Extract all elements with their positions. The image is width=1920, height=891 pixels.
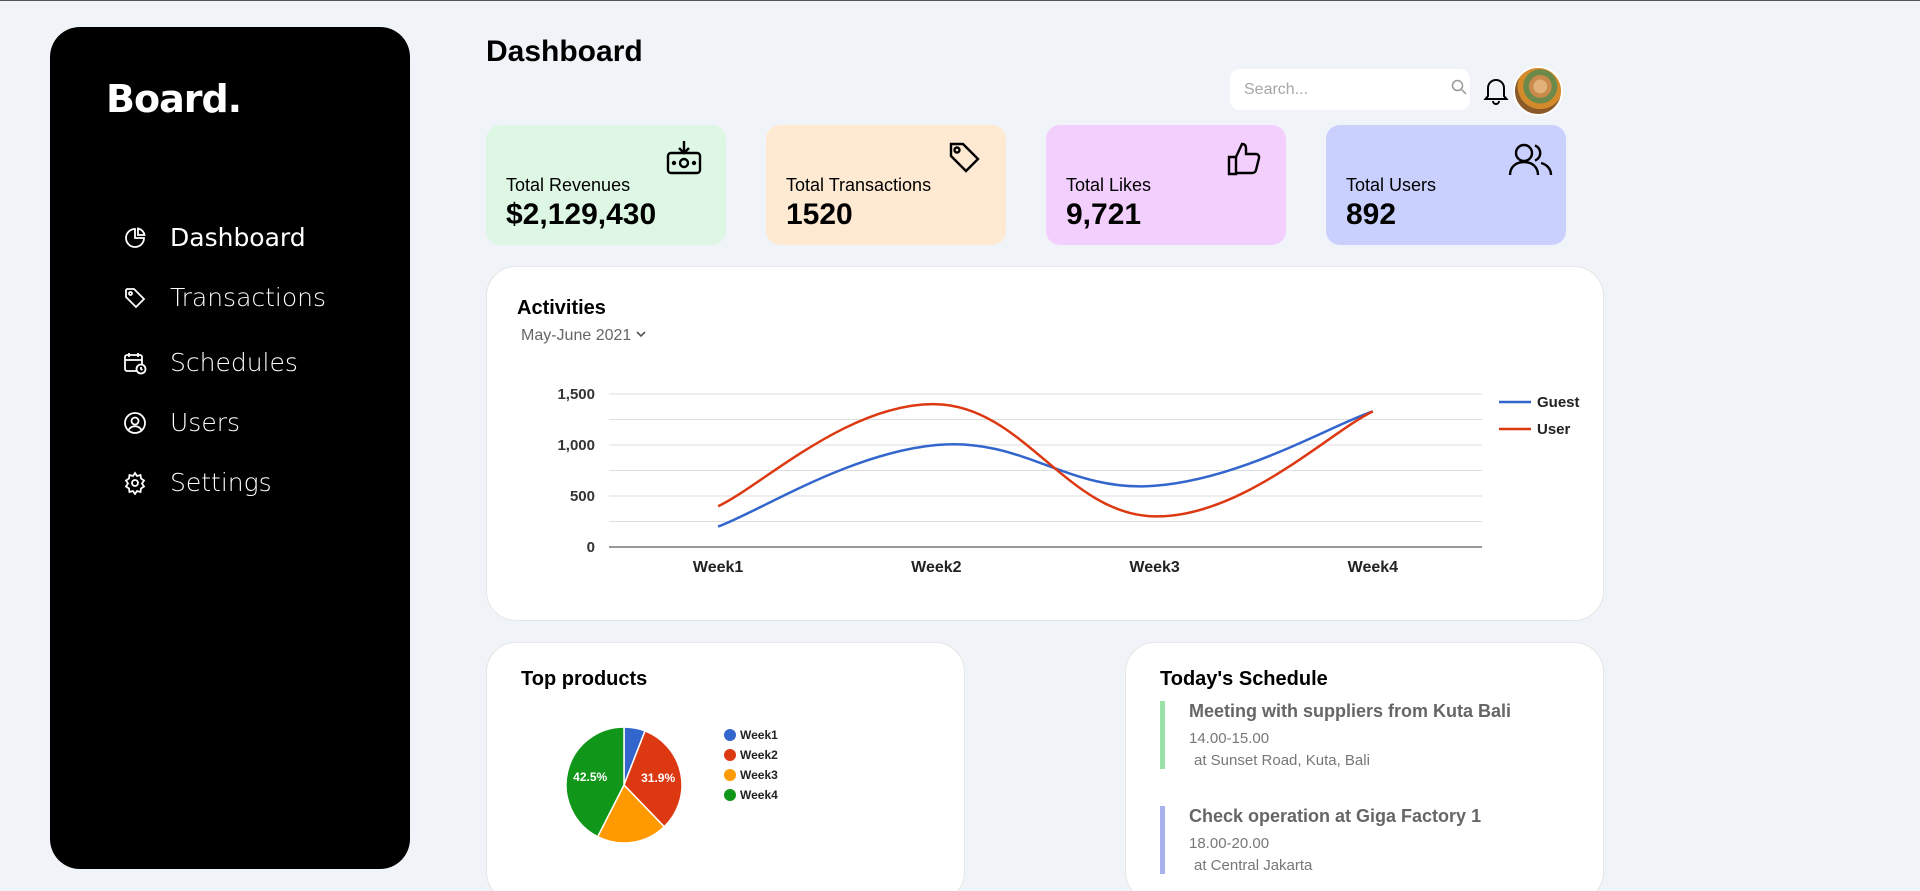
x-tick-label: Week2 — [911, 559, 962, 576]
x-tick-label: Week3 — [1129, 559, 1180, 576]
legend-dot — [724, 769, 736, 781]
legend-label: Week2 — [740, 748, 778, 762]
card-label: Total Likes — [1066, 175, 1152, 195]
users-icon — [1508, 139, 1554, 179]
y-tick-label: 500 — [570, 488, 595, 505]
sidebar-item-dashboard[interactable]: Dashboard — [122, 223, 306, 252]
activities-panel: Activities May-June 2021 0 500 1,000 1,500 W… — [486, 266, 1604, 621]
legend-dot — [724, 729, 736, 741]
schedule-item-time: 18.00-20.00 — [1189, 835, 1270, 852]
sidebar-item-settings[interactable]: Settings — [122, 468, 272, 497]
schedule-item-location: at Sunset Road, Kuta, Bali — [1194, 752, 1370, 769]
y-tick-label: 1,000 — [557, 437, 595, 454]
card-total-likes: Total Likes 9,721 — [1046, 125, 1286, 245]
top-products-pie-chart: Week1 31.9% Week2 Week3 42.5% Week4 — [565, 726, 778, 844]
schedule-item-title: Meeting with suppliers from Kuta Bali — [1189, 701, 1512, 721]
thumbs-up-icon — [1224, 139, 1264, 179]
card-total-revenues: Total Revenues $2,129,430 — [486, 125, 726, 245]
card-label: Total Users — [1346, 175, 1437, 195]
sidebar-item-label: Schedules — [170, 348, 298, 377]
pie-slice-label: 42.5% — [573, 770, 607, 784]
schedule-title: Today's Schedule — [1160, 668, 1328, 690]
legend-label: Week3 — [740, 768, 778, 782]
sidebar-item-schedules[interactable]: Schedules — [122, 348, 298, 377]
sidebar-item-label: Dashboard — [170, 223, 306, 252]
card-value: 1520 — [786, 198, 853, 231]
card-label: Total Transactions — [786, 175, 932, 195]
series-line-user — [717, 402, 1374, 518]
x-tick-label: Week1 — [693, 559, 744, 576]
tag-icon — [944, 139, 984, 179]
legend-dot — [724, 789, 736, 801]
schedule-item-time: 14.00-15.00 — [1189, 730, 1270, 747]
legend-label: Week1 — [740, 728, 778, 742]
bell-icon[interactable] — [1482, 75, 1510, 105]
y-tick-label: 1,500 — [557, 386, 595, 403]
y-tick-label: 0 — [587, 539, 595, 556]
sidebar: Board. Dashboard Transactions Schedules … — [50, 27, 410, 869]
schedule-item-title: Check operation at Giga Factory 1 — [1189, 806, 1482, 826]
pie-chart-icon — [122, 225, 148, 251]
card-total-transactions: Total Transactions 1520 — [766, 125, 1006, 245]
card-value: $2,129,430 — [506, 198, 657, 231]
card-label: Total Revenues — [506, 175, 631, 195]
tag-icon — [122, 285, 148, 311]
card-value: 892 — [1346, 198, 1397, 231]
card-value: 9,721 — [1066, 198, 1142, 231]
sidebar-item-users[interactable]: Users — [122, 408, 240, 437]
schedule-item-location: at Central Jakarta — [1194, 857, 1313, 874]
activities-line-chart: 0 500 1,000 1,500 Week1 Week2 Week3 Week4 Guest U… — [557, 386, 1580, 576]
legend-dot — [724, 749, 736, 761]
sidebar-item-label: Transactions — [170, 283, 327, 312]
search-box[interactable] — [1230, 69, 1470, 110]
search-icon[interactable] — [1451, 79, 1467, 100]
calendar-clock-icon — [122, 350, 148, 376]
gear-icon — [122, 470, 148, 496]
search-input[interactable] — [1244, 80, 1451, 99]
card-total-users: Total Users 892 — [1326, 125, 1566, 245]
sidebar-item-label: Users — [170, 408, 241, 437]
page-title: Dashboard — [486, 35, 643, 68]
brand-logo: Board. — [106, 77, 242, 121]
series-line-guest — [717, 410, 1374, 528]
user-circle-icon — [122, 410, 148, 436]
avatar[interactable] — [1513, 66, 1563, 116]
money-download-icon — [664, 139, 704, 179]
legend-label: Guest — [1537, 394, 1580, 411]
sidebar-item-label: Settings — [170, 468, 272, 497]
legend-label: Week4 — [740, 788, 778, 802]
sidebar-item-transactions[interactable]: Transactions — [122, 283, 326, 312]
schedule-item[interactable]: Check operation at Giga Factory 1 18.00-… — [1160, 806, 1560, 874]
schedule-panel: Today's Schedule Meeting with suppliers … — [1125, 642, 1604, 891]
x-tick-label: Week4 — [1348, 559, 1399, 576]
legend-label: User — [1537, 421, 1571, 438]
schedule-item[interactable]: Meeting with suppliers from Kuta Bali 14… — [1160, 701, 1560, 769]
top-products-panel: Top products Week1 31.9% Week2 Week3 42.5% We… — [486, 642, 965, 891]
pie-slice-label: 31.9% — [641, 771, 675, 785]
